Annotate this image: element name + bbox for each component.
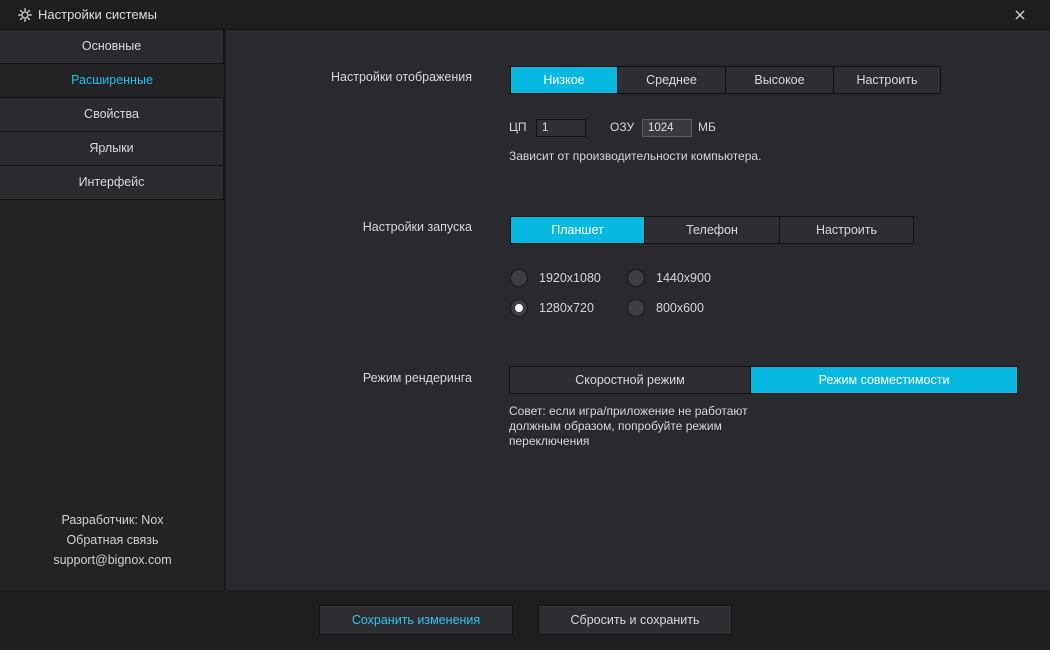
display-settings-label: Настройки отображения (330, 70, 472, 84)
developer-label: Разработчик: Nox (61, 513, 164, 527)
display-medium-button[interactable]: Среднее (618, 67, 725, 93)
title-bar: Настройки системы (0, 0, 1050, 30)
startup-tablet-button[interactable]: Планшет (511, 217, 644, 243)
render-tip: Совет: если игра/приложение не работают … (509, 404, 748, 449)
startup-phone-button[interactable]: Телефон (645, 217, 779, 243)
cpu-input[interactable]: 1 (536, 119, 586, 137)
footer-bar: Сохранить изменения Сбросить и сохранить (0, 590, 1050, 650)
resolution-1920x1080-option[interactable]: 1920x1080 (510, 269, 601, 287)
sidebar-item-advanced[interactable]: Расширенные (0, 64, 224, 98)
render-speed-button[interactable]: Скоростной режим (510, 367, 750, 393)
display-low-button[interactable]: Низкое (511, 67, 617, 93)
startup-custom-button[interactable]: Настроить (780, 217, 913, 243)
reset-and-save-button[interactable]: Сбросить и сохранить (538, 605, 732, 635)
render-tip-line: должным образом, попробуйте режим (509, 419, 722, 433)
window-title: Настройки системы (38, 7, 157, 22)
ram-label: ОЗУ (610, 120, 635, 134)
resolution-label: 1280x720 (539, 301, 594, 315)
main-panel: Настройки отображения Низкое Среднее Выс… (226, 30, 1050, 590)
startup-mode-selector: Планшет Телефон Настроить (510, 216, 914, 244)
resolution-label: 800x600 (656, 301, 704, 315)
radio-button-checked[interactable] (510, 299, 528, 317)
support-email: support@bignox.com (53, 553, 172, 567)
close-icon (1015, 10, 1025, 20)
gear-icon (18, 8, 32, 22)
display-high-button[interactable]: Высокое (726, 67, 833, 93)
resolution-800x600-option[interactable]: 800x600 (627, 299, 704, 317)
sidebar: Основные Расширенные Свойства Ярлыки Инт… (0, 30, 225, 590)
resolution-1440x900-option[interactable]: 1440x900 (627, 269, 711, 287)
close-button[interactable] (1012, 6, 1028, 22)
radio-button[interactable] (510, 269, 528, 287)
ram-input[interactable]: 1024 (642, 119, 692, 137)
sidebar-item-properties[interactable]: Свойства (0, 98, 224, 132)
render-mode-label: Режим рендеринга (362, 371, 472, 385)
sidebar-item-basic[interactable]: Основные (0, 30, 224, 64)
render-mode-selector: Скоростной режим Режим совместимости (509, 366, 1018, 394)
render-compatibility-button[interactable]: Режим совместимости (751, 367, 1017, 393)
startup-settings-label: Настройки запуска (362, 220, 472, 234)
developer-info: Разработчик: Nox Обратная связь support@… (0, 510, 225, 570)
resolution-label: 1440x900 (656, 271, 711, 285)
feedback-label: Обратная связь (66, 533, 159, 547)
display-quality-selector: Низкое Среднее Высокое Настроить (510, 66, 941, 94)
sidebar-item-shortcuts[interactable]: Ярлыки (0, 132, 224, 166)
ram-unit-label: МБ (698, 120, 716, 134)
performance-note: Зависит от производительности компьютера… (509, 149, 762, 163)
radio-button[interactable] (627, 299, 645, 317)
display-custom-button[interactable]: Настроить (834, 67, 940, 93)
render-tip-line: переключения (509, 434, 590, 448)
sidebar-item-interface[interactable]: Интерфейс (0, 166, 224, 200)
resolution-label: 1920x1080 (539, 271, 601, 285)
cpu-label: ЦП (509, 120, 527, 134)
save-changes-button[interactable]: Сохранить изменения (319, 605, 513, 635)
render-tip-line: Совет: если игра/приложение не работают (509, 404, 748, 418)
radio-button[interactable] (627, 269, 645, 287)
resolution-1280x720-option[interactable]: 1280x720 (510, 299, 594, 317)
